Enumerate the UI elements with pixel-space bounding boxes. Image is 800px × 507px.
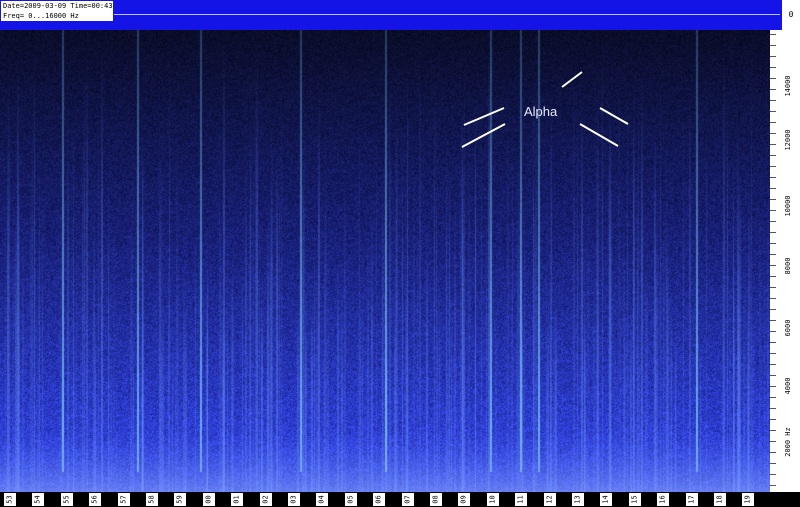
time-tick-label: 00 <box>203 493 215 506</box>
recording-info-box: Date=2009-03-09 Time=00:43 Freq= 0...160… <box>1 1 113 21</box>
frequency-tick <box>770 287 776 288</box>
amplitude-trace <box>114 14 780 15</box>
frequency-tick <box>770 309 776 310</box>
frequency-tick <box>770 408 776 409</box>
time-tick-label: 03 <box>288 493 300 506</box>
frequency-tick <box>770 430 776 431</box>
time-tick-label: 18 <box>714 493 726 506</box>
time-tick-label: 14 <box>600 493 612 506</box>
time-tick-label: 11 <box>515 493 527 506</box>
time-tick-label: 06 <box>373 493 385 506</box>
frequency-tick <box>770 210 776 211</box>
frequency-axis: 14000 12000 10000 8000 6000 4000 2000 Hz <box>770 30 800 492</box>
frequency-tick <box>770 485 776 486</box>
time-tick-label: 02 <box>260 493 272 506</box>
frequency-tick <box>770 397 776 398</box>
frequency-tick-label: 10000 <box>784 195 792 217</box>
frequency-tick <box>770 188 776 189</box>
time-tick-label: 10 <box>487 493 499 506</box>
frequency-tick-label: 6000 <box>784 319 792 337</box>
time-tick-label: 53 <box>4 493 16 506</box>
time-tick-label: 12 <box>544 493 556 506</box>
frequency-tick <box>770 144 776 145</box>
frequency-tick-label: 4000 <box>784 377 792 395</box>
frequency-tick <box>770 243 776 244</box>
level-indicator: 0 <box>782 0 800 30</box>
frequency-tick <box>770 155 776 156</box>
frequency-tick <box>770 298 776 299</box>
frequency-tick <box>770 177 776 178</box>
frequency-tick-label: 8000 <box>784 257 792 275</box>
time-tick-label: 04 <box>316 493 328 506</box>
time-tick-label: 58 <box>146 493 158 506</box>
frequency-tick <box>770 122 776 123</box>
frequency-tick <box>770 331 776 332</box>
spectrogram-header-bar: Date=2009-03-09 Time=00:43 Freq= 0...160… <box>0 0 782 30</box>
time-tick-label: 08 <box>430 493 442 506</box>
frequency-tick <box>770 199 776 200</box>
frequency-tick <box>770 67 776 68</box>
time-tick-label: 19 <box>742 493 754 506</box>
frequency-tick <box>770 221 776 222</box>
time-tick-label: 59 <box>174 493 186 506</box>
frequency-tick <box>770 375 776 376</box>
time-tick-label: 16 <box>657 493 669 506</box>
alpha-annotation-label: Alpha <box>524 104 558 119</box>
time-tick-label: 56 <box>89 493 101 506</box>
frequency-range: Freq= 0...16000 Hz <box>3 12 79 20</box>
time-tick-label: 57 <box>118 493 130 506</box>
frequency-tick <box>770 342 776 343</box>
frequency-tick <box>770 133 776 134</box>
frequency-tick-label: 14000 <box>784 75 792 97</box>
frequency-tick <box>770 463 776 464</box>
frequency-tick <box>770 265 776 266</box>
frequency-tick <box>770 78 776 79</box>
time-tick-label: 54 <box>32 493 44 506</box>
frequency-tick <box>770 276 776 277</box>
frequency-tick <box>770 474 776 475</box>
frequency-tick <box>770 111 776 112</box>
time-tick-label: 09 <box>458 493 470 506</box>
time-tick-label: 01 <box>231 493 243 506</box>
frequency-tick <box>770 364 776 365</box>
frequency-tick <box>770 45 776 46</box>
frequency-tick <box>770 34 776 35</box>
frequency-tick <box>770 89 776 90</box>
frequency-tick <box>770 419 776 420</box>
frequency-tick <box>770 254 776 255</box>
frequency-tick <box>770 232 776 233</box>
frequency-tick-label: 12000 <box>784 129 792 151</box>
time-tick-label: 07 <box>402 493 414 506</box>
time-axis: 53 54 55 56 57 58 59 00 01 02 03 04 05 06 07 08 09 10 11 12… <box>0 492 770 507</box>
frequency-tick <box>770 353 776 354</box>
time-tick-label: 05 <box>345 493 357 506</box>
frequency-tick <box>770 452 776 453</box>
frequency-tick <box>770 56 776 57</box>
spectrogram-canvas[interactable] <box>0 30 770 492</box>
frequency-tick <box>770 166 776 167</box>
time-tick-label: 17 <box>686 493 698 506</box>
time-tick-label: 13 <box>572 493 584 506</box>
frequency-tick <box>770 441 776 442</box>
time-tick-label: 55 <box>61 493 73 506</box>
frequency-tick <box>770 386 776 387</box>
time-tick-label: 15 <box>629 493 641 506</box>
recording-date-time: Date=2009-03-09 Time=00:43 <box>3 2 113 10</box>
frequency-tick <box>770 100 776 101</box>
frequency-tick-label: 2000 Hz <box>784 427 792 457</box>
frequency-tick <box>770 320 776 321</box>
